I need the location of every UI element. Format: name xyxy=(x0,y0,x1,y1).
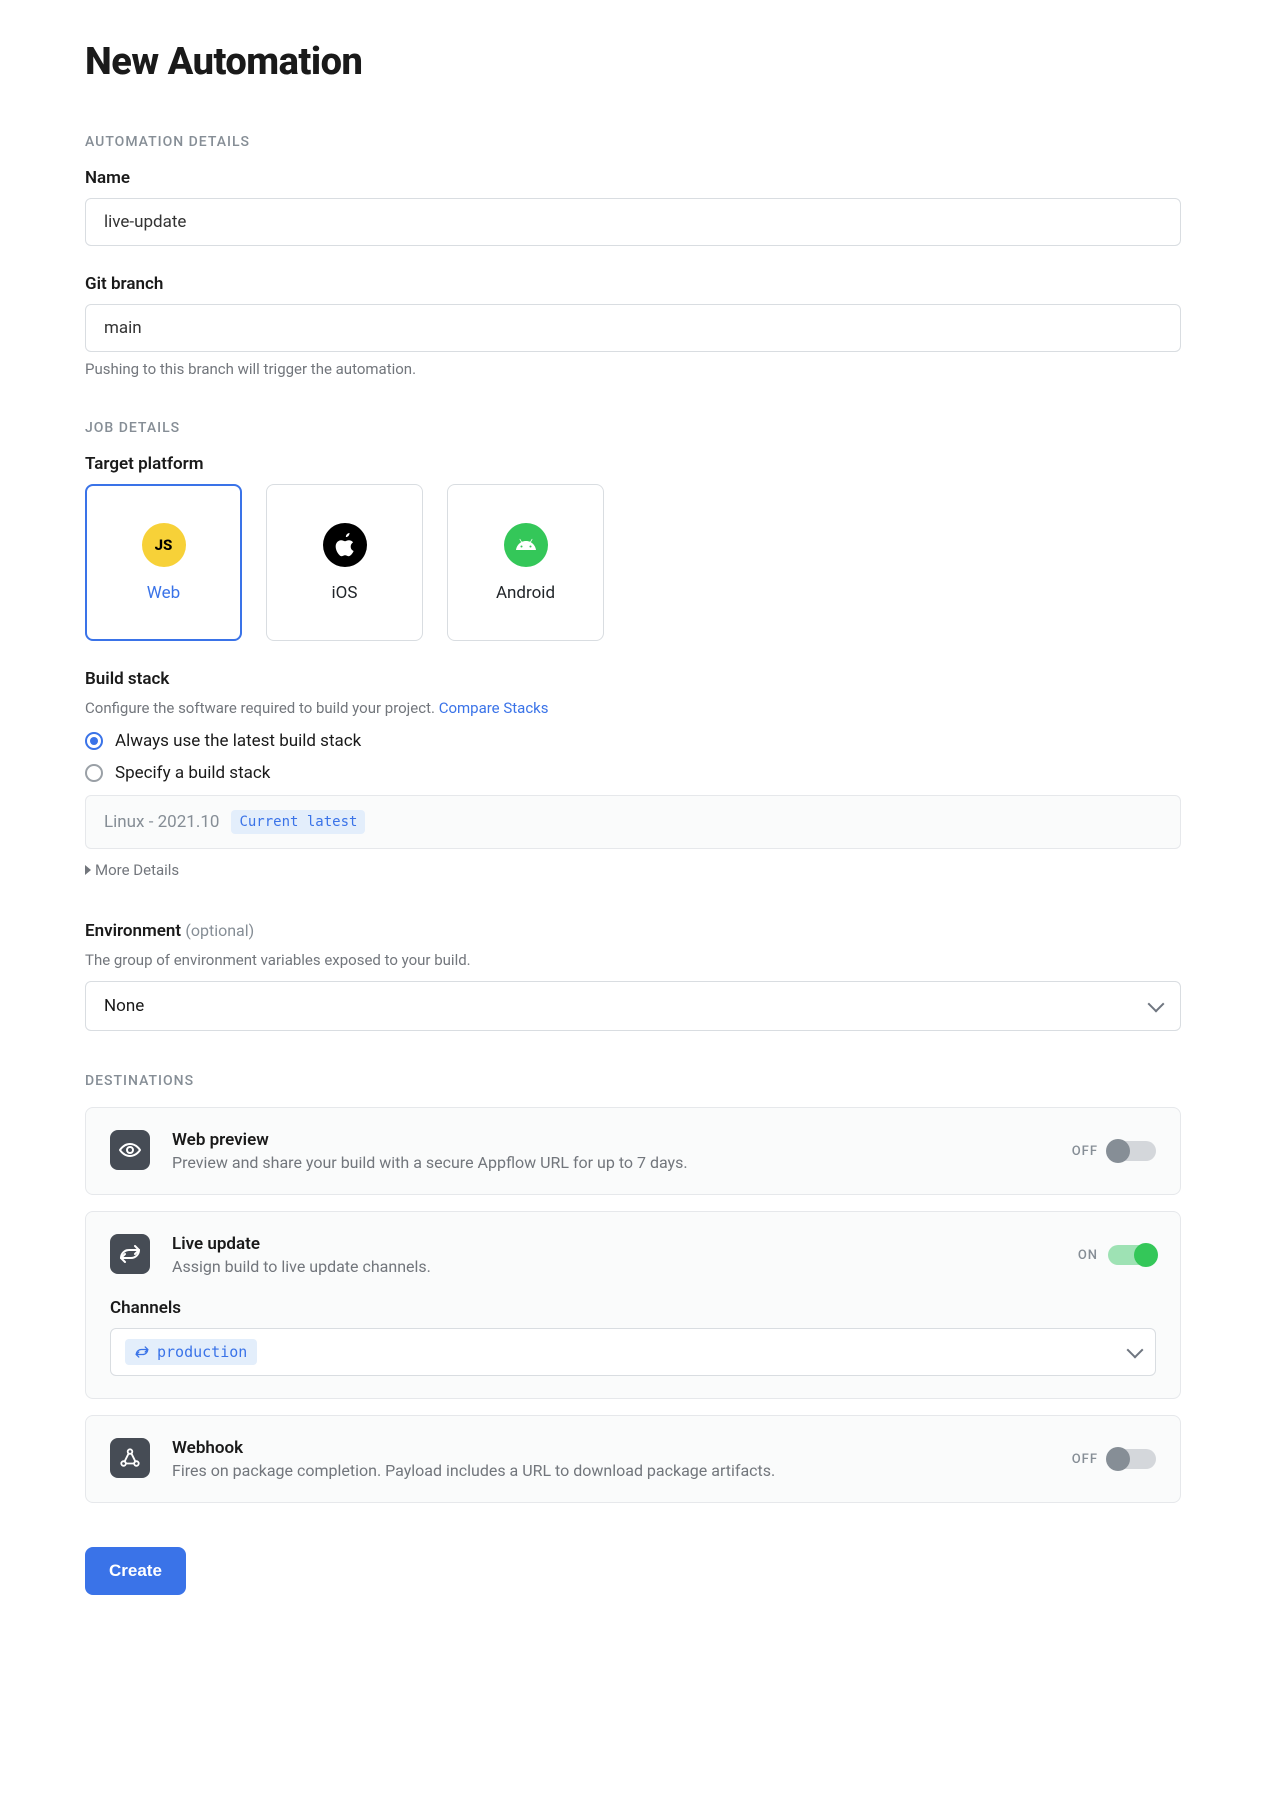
radio-unchecked-icon xyxy=(85,764,103,782)
webhook-icon xyxy=(110,1438,150,1478)
current-stack-name: Linux - 2021.10 xyxy=(104,812,219,832)
name-input[interactable] xyxy=(85,198,1181,246)
apple-icon xyxy=(323,523,367,567)
toggle-state-label: OFF xyxy=(1072,1452,1098,1467)
destination-webhook: Webhook Fires on package completion. Pay… xyxy=(85,1415,1181,1503)
destination-desc: Fires on package completion. Payload inc… xyxy=(172,1461,775,1480)
environment-value: None xyxy=(104,996,144,1016)
platform-label-ios: iOS xyxy=(332,583,358,603)
channel-chip-production: production xyxy=(125,1339,257,1365)
destination-title: Webhook xyxy=(172,1438,775,1458)
platform-card-android[interactable]: Android xyxy=(447,484,604,641)
destination-live-update: Live update Assign build to live update … xyxy=(85,1211,1181,1399)
section-header-automation-details: Automation Details xyxy=(85,134,1181,150)
platform-label-android: Android xyxy=(496,583,555,603)
eye-icon xyxy=(110,1130,150,1170)
platform-label-web: Web xyxy=(147,583,180,603)
shuffle-icon xyxy=(110,1234,150,1274)
radio-latest-stack[interactable]: Always use the latest build stack xyxy=(85,731,1181,751)
git-branch-input[interactable] xyxy=(85,304,1181,352)
destination-desc: Preview and share your build with a secu… xyxy=(172,1153,688,1172)
environment-select[interactable]: None xyxy=(85,981,1181,1031)
environment-label: Environment (optional) xyxy=(85,921,1181,941)
build-stack-helper: Configure the software required to build… xyxy=(85,699,1181,717)
radio-specify-label: Specify a build stack xyxy=(115,763,270,783)
current-stack-box: Linux - 2021.10 Current latest xyxy=(85,795,1181,849)
radio-latest-label: Always use the latest build stack xyxy=(115,731,361,751)
chevron-down-icon xyxy=(1127,1342,1144,1359)
build-stack-label: Build stack xyxy=(85,669,1181,689)
channels-label: Channels xyxy=(110,1298,1156,1318)
webhook-toggle[interactable] xyxy=(1108,1449,1156,1469)
more-details-label: More Details xyxy=(95,861,179,879)
section-header-destinations: Destinations xyxy=(85,1073,1181,1089)
android-icon xyxy=(504,523,548,567)
live-update-toggle[interactable] xyxy=(1108,1245,1156,1265)
platform-card-ios[interactable]: iOS xyxy=(266,484,423,641)
destination-desc: Assign build to live update channels. xyxy=(172,1257,431,1276)
platform-card-web[interactable]: JS Web xyxy=(85,484,242,641)
destination-web-preview: Web preview Preview and share your build… xyxy=(85,1107,1181,1195)
compare-stacks-link[interactable]: Compare Stacks xyxy=(439,699,549,717)
caret-right-icon xyxy=(85,865,91,875)
shuffle-small-icon xyxy=(135,1346,149,1358)
js-icon: JS xyxy=(142,523,186,567)
environment-helper: The group of environment variables expos… xyxy=(85,951,1181,969)
git-branch-helper: Pushing to this branch will trigger the … xyxy=(85,360,1181,378)
radio-specify-stack[interactable]: Specify a build stack xyxy=(85,763,1181,783)
destination-title: Live update xyxy=(172,1234,431,1254)
create-button[interactable]: Create xyxy=(85,1547,186,1595)
toggle-state-label: ON xyxy=(1078,1248,1098,1263)
git-branch-label: Git branch xyxy=(85,274,1181,294)
more-details-toggle[interactable]: More Details xyxy=(85,861,179,879)
toggle-state-label: OFF xyxy=(1072,1144,1098,1159)
name-label: Name xyxy=(85,168,1181,188)
environment-optional: (optional) xyxy=(185,921,254,940)
channels-select[interactable]: production xyxy=(110,1328,1156,1376)
destination-title: Web preview xyxy=(172,1130,688,1150)
page-title: New Automation xyxy=(85,40,1181,84)
chevron-down-icon xyxy=(1148,996,1165,1013)
section-header-job-details: Job Details xyxy=(85,420,1181,436)
current-stack-badge: Current latest xyxy=(231,810,365,834)
channel-chip-label: production xyxy=(157,1343,247,1361)
web-preview-toggle[interactable] xyxy=(1108,1141,1156,1161)
radio-checked-icon xyxy=(85,732,103,750)
target-platform-label: Target platform xyxy=(85,454,1181,474)
